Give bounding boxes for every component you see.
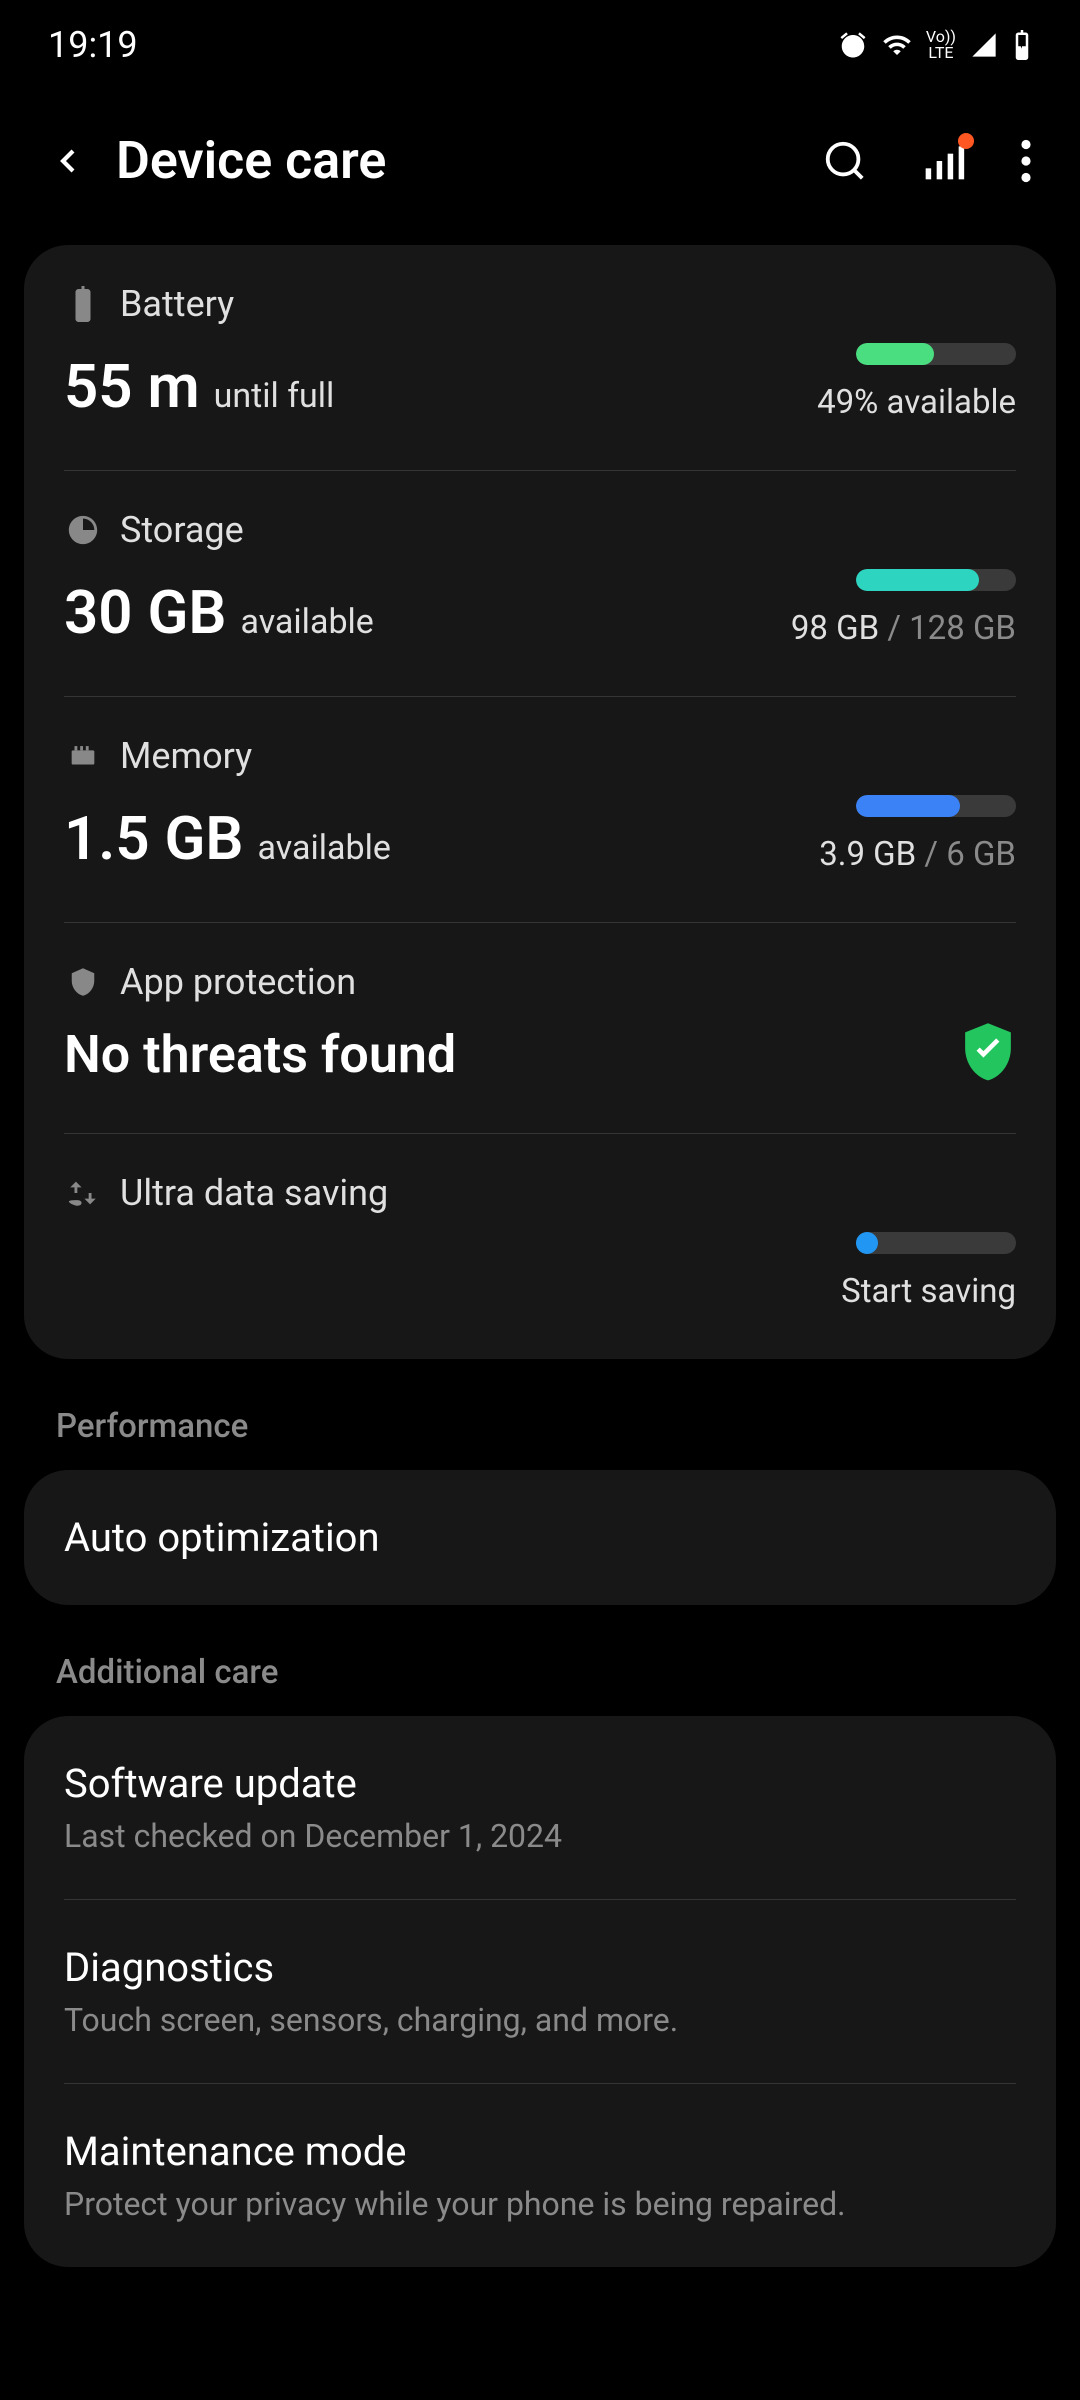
ultra-data-label: Ultra data saving (120, 1172, 388, 1214)
ultra-data-saving-item[interactable]: Ultra data saving Start saving (24, 1134, 1056, 1359)
battery-suffix: until full (214, 376, 335, 416)
battery-label: Battery (120, 283, 234, 325)
maintenance-mode-title: Maintenance mode (64, 2128, 1016, 2175)
battery-value: 55 m (64, 351, 200, 422)
status-icons: Vo))LTE (838, 29, 1032, 61)
memory-usage-text: 3.9 GB / 6 GB (819, 835, 1016, 874)
app-protection-item[interactable]: App protection No threats found (24, 923, 1056, 1133)
signal-icon (970, 31, 998, 59)
storage-item[interactable]: Storage 30 GB available 98 GB / 128 GB (24, 471, 1056, 696)
app-protection-label: App protection (120, 961, 356, 1003)
shield-check-icon (960, 1021, 1016, 1085)
storage-value: 30 GB (64, 577, 226, 648)
notification-dot-icon (958, 133, 974, 149)
software-update-item[interactable]: Software update Last checked on December… (24, 1716, 1056, 1899)
device-status-card: Battery 55 m until full 49% available St… (24, 245, 1056, 1359)
alarm-icon (838, 30, 868, 60)
data-saving-icon (64, 1174, 102, 1212)
storage-usage-text: 98 GB / 128 GB (791, 609, 1016, 648)
battery-item[interactable]: Battery 55 m until full 49% available (24, 245, 1056, 470)
search-button[interactable] (822, 138, 868, 184)
memory-value: 1.5 GB (64, 803, 244, 874)
additional-care-section-header: Additional care (0, 1605, 1080, 1716)
performance-card: Auto optimization (24, 1470, 1056, 1605)
auto-optimization-title: Auto optimization (64, 1514, 1016, 1561)
memory-suffix: available (258, 828, 391, 868)
additional-care-card: Software update Last checked on December… (24, 1716, 1056, 2267)
memory-item[interactable]: Memory 1.5 GB available 3.9 GB / 6 GB (24, 697, 1056, 922)
storage-label: Storage (120, 509, 244, 551)
ultra-data-progress (856, 1232, 1016, 1254)
status-bar: 19:19 Vo))LTE (0, 0, 1080, 90)
diagnostics-subtitle: Touch screen, sensors, charging, and mor… (64, 2001, 1016, 2039)
diagnostics-title: Diagnostics (64, 1944, 1016, 1991)
memory-progress (856, 795, 1016, 817)
performance-section-header: Performance (0, 1359, 1080, 1470)
storage-icon (64, 511, 102, 549)
maintenance-mode-subtitle: Protect your privacy while your phone is… (64, 2185, 1016, 2223)
data-usage-button[interactable] (922, 139, 966, 183)
threat-status: No threats found (64, 1024, 456, 1085)
shield-icon (64, 963, 102, 1001)
battery-status-icon (1012, 30, 1032, 60)
storage-progress (856, 569, 1016, 591)
volte-icon: Vo))LTE (926, 29, 956, 61)
page-title: Device care (116, 130, 794, 191)
maintenance-mode-item[interactable]: Maintenance mode Protect your privacy wh… (24, 2084, 1056, 2267)
ultra-data-action: Start saving (841, 1272, 1016, 1311)
diagnostics-item[interactable]: Diagnostics Touch screen, sensors, charg… (24, 1900, 1056, 2083)
storage-suffix: available (240, 602, 373, 642)
software-update-subtitle: Last checked on December 1, 2024 (64, 1817, 1016, 1855)
memory-label: Memory (120, 735, 252, 777)
back-button[interactable] (48, 141, 88, 181)
memory-icon (64, 737, 102, 775)
wifi-icon (882, 30, 912, 60)
more-options-button[interactable] (1020, 139, 1032, 183)
status-time: 19:19 (48, 24, 138, 66)
battery-progress (856, 343, 1016, 365)
auto-optimization-item[interactable]: Auto optimization (24, 1470, 1056, 1605)
battery-icon (64, 285, 102, 323)
software-update-title: Software update (64, 1760, 1016, 1807)
battery-percent-text: 49% available (817, 383, 1016, 422)
app-header: Device care (0, 90, 1080, 221)
